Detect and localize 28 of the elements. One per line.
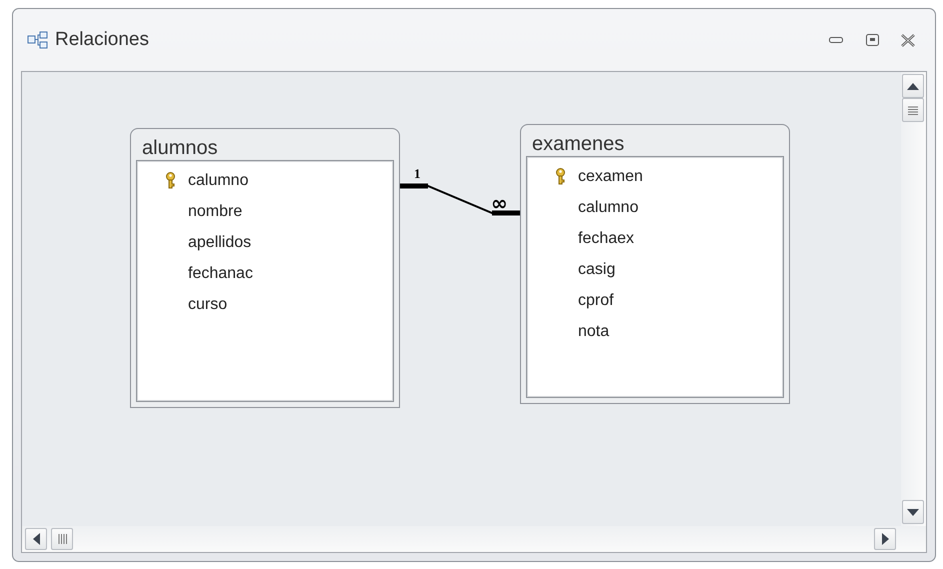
table-box[interactable]: alumnos calumno nombre apellidos fechanac curso	[130, 128, 400, 408]
field-name[interactable]: cexamen	[578, 168, 643, 186]
scroll-thumb[interactable]	[51, 528, 73, 550]
scroll-thumb[interactable]	[902, 98, 924, 122]
field-name[interactable]: fechanac	[188, 264, 253, 282]
field-name[interactable]: calumno	[188, 172, 248, 190]
window-title: Relaciones	[55, 29, 150, 51]
many-label: ∞	[491, 191, 508, 215]
relationships-icon	[27, 31, 49, 49]
minimize-icon	[829, 36, 843, 44]
table-name: alumnos	[141, 136, 219, 160]
field-name[interactable]: curso	[188, 296, 228, 314]
field-name[interactable]: fechaex	[578, 230, 634, 248]
table-box[interactable]: examenes cexamen calumno fechaex casig cprof nota	[520, 124, 790, 404]
field-name[interactable]: calumno	[578, 198, 638, 216]
close-icon	[901, 34, 915, 46]
restore-icon	[866, 34, 878, 46]
scroll-right-button[interactable]	[874, 528, 896, 550]
field-name[interactable]: nota	[578, 322, 610, 340]
table-name: examenes	[531, 132, 626, 156]
scroll-left-button[interactable]	[25, 528, 47, 550]
field-name[interactable]: apellidos	[188, 234, 252, 252]
one-label: 1	[414, 166, 420, 181]
field-name[interactable]: casig	[578, 260, 616, 278]
field-name[interactable]: cprof	[578, 292, 614, 310]
field-name[interactable]: nombre	[188, 202, 242, 220]
scroll-down-button[interactable]	[902, 500, 924, 524]
scroll-up-button[interactable]	[902, 74, 924, 98]
